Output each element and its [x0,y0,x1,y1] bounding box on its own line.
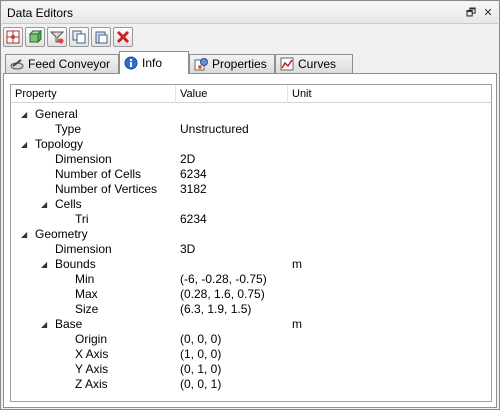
tree-header: Property Value Unit [11,85,491,103]
row-value: 2D [180,152,196,166]
copy-icon [72,30,86,44]
row-property: Cells [55,197,82,211]
row-property: Z Axis [75,377,108,391]
paste-button[interactable] [91,27,111,47]
tree-row[interactable]: Min (-6, -0.28, -0.75) [11,272,491,287]
row-value: 6234 [180,167,207,181]
expand-arrow-icon[interactable]: ◢ [21,137,29,152]
row-value: (6.3, 1.9, 1.5) [180,302,252,316]
tree-row[interactable]: ◢ Topology [11,137,491,152]
row-property: Number of Vertices [55,182,158,196]
row-property: Type [55,122,82,136]
tab-info[interactable]: Info [119,51,189,74]
row-value: 3D [180,242,196,256]
row-value: (-6, -0.28, -0.75) [180,272,267,286]
expand-arrow-icon[interactable]: ◢ [21,227,29,242]
expand-arrow-icon[interactable]: ◢ [41,197,49,212]
row-property: Topology [35,137,84,151]
tab-properties[interactable]: Properties [189,54,275,73]
row-unit: m [292,317,302,331]
column-header-value[interactable]: Value [176,85,288,103]
row-property: Max [75,287,98,301]
grid-node-button[interactable] [3,27,23,47]
tree-row[interactable]: Tri 6234 [11,212,491,227]
row-property: Min [75,272,95,286]
tab-bar: Feed Conveyor Info Properties Curves [1,51,499,74]
column-header-property[interactable]: Property [11,85,176,103]
tree-row[interactable]: Dimension 3D [11,242,491,257]
row-value: (0.28, 1.6, 0.75) [180,287,265,301]
row-property: X Axis [75,347,109,361]
tree-row[interactable]: Y Axis (0, 1, 0) [11,362,491,377]
row-value: 6234 [180,212,207,226]
restore-icon[interactable]: 🗗 [464,6,478,20]
conveyor-icon [10,59,24,70]
tree-row[interactable]: ◢ General [11,107,491,122]
row-value: Unstructured [180,122,249,136]
window-titlebar[interactable]: Data Editors 🗗 ✕ [2,2,498,24]
row-property: Bounds [55,257,96,271]
expand-arrow-icon[interactable]: ◢ [41,317,49,332]
row-property: Number of Cells [55,167,142,181]
close-icon[interactable]: ✕ [481,6,495,20]
tab-label: Info [142,56,163,70]
row-value: (0, 0, 0) [180,332,222,346]
window-title: Data Editors [7,6,74,20]
tree-row[interactable]: Max (0.28, 1.6, 0.75) [11,287,491,302]
delete-button[interactable] [113,27,133,47]
row-property: Origin [75,332,108,346]
row-property: Dimension [55,152,112,166]
cube-button[interactable] [25,27,45,47]
row-value: (0, 1, 0) [180,362,222,376]
expand-arrow-icon[interactable]: ◢ [41,257,49,272]
tab-feed-conveyor[interactable]: Feed Conveyor [5,54,119,73]
column-header-unit[interactable]: Unit [288,85,491,103]
tree-row[interactable]: ◢ Base m [11,317,491,332]
expand-arrow-icon[interactable]: ◢ [21,107,29,122]
row-property: Size [75,302,99,316]
row-property: Tri [75,212,89,226]
row-unit: m [292,257,302,271]
row-value: 3182 [180,182,207,196]
row-property: Base [55,317,83,331]
filter-button[interactable] [47,27,67,47]
cube-icon [28,30,42,44]
tab-label: Properties [212,57,267,71]
tree-row[interactable]: ◢ Bounds m [11,257,491,272]
tab-label: Feed Conveyor [28,57,111,71]
tree-row[interactable]: ◢ Cells [11,197,491,212]
info-tree[interactable]: Property Value Unit ◢ General Type Unstruct… [10,84,492,402]
tab-curves[interactable]: Curves [275,54,353,73]
info-icon [124,56,138,70]
grid-node-icon [6,30,20,44]
properties-icon [194,58,208,71]
data-editors-window: Data Editors 🗗 ✕ Feed Conveyor Info Prop… [0,0,500,410]
tree-row[interactable]: X Axis (1, 0, 0) [11,347,491,362]
tree-row[interactable]: Type Unstructured [11,122,491,137]
row-property: Y Axis [75,362,109,376]
filter-icon [50,31,64,44]
paste-icon [95,31,108,44]
copy-button[interactable] [69,27,89,47]
tab-label: Curves [298,57,337,71]
row-value: (0, 0, 1) [180,377,222,391]
tree-row[interactable]: ◢ Geometry [11,227,491,242]
info-panel: Property Value Unit ◢ General Type Unstruct… [3,73,497,408]
row-property: General [35,107,78,121]
tree-row[interactable]: Number of Cells 6234 [11,167,491,182]
tree-row[interactable]: Dimension 2D [11,152,491,167]
tree-row[interactable]: Number of Vertices 3182 [11,182,491,197]
row-property: Geometry [35,227,88,241]
tree-row[interactable]: Size (6.3, 1.9, 1.5) [11,302,491,317]
row-value: (1, 0, 0) [180,347,222,361]
tree-row[interactable]: Z Axis (0, 0, 1) [11,377,491,392]
row-property: Dimension [55,242,112,256]
toolbar [3,27,203,49]
curves-icon [280,57,294,71]
delete-icon [116,30,130,44]
tree-row[interactable]: Origin (0, 0, 0) [11,332,491,347]
